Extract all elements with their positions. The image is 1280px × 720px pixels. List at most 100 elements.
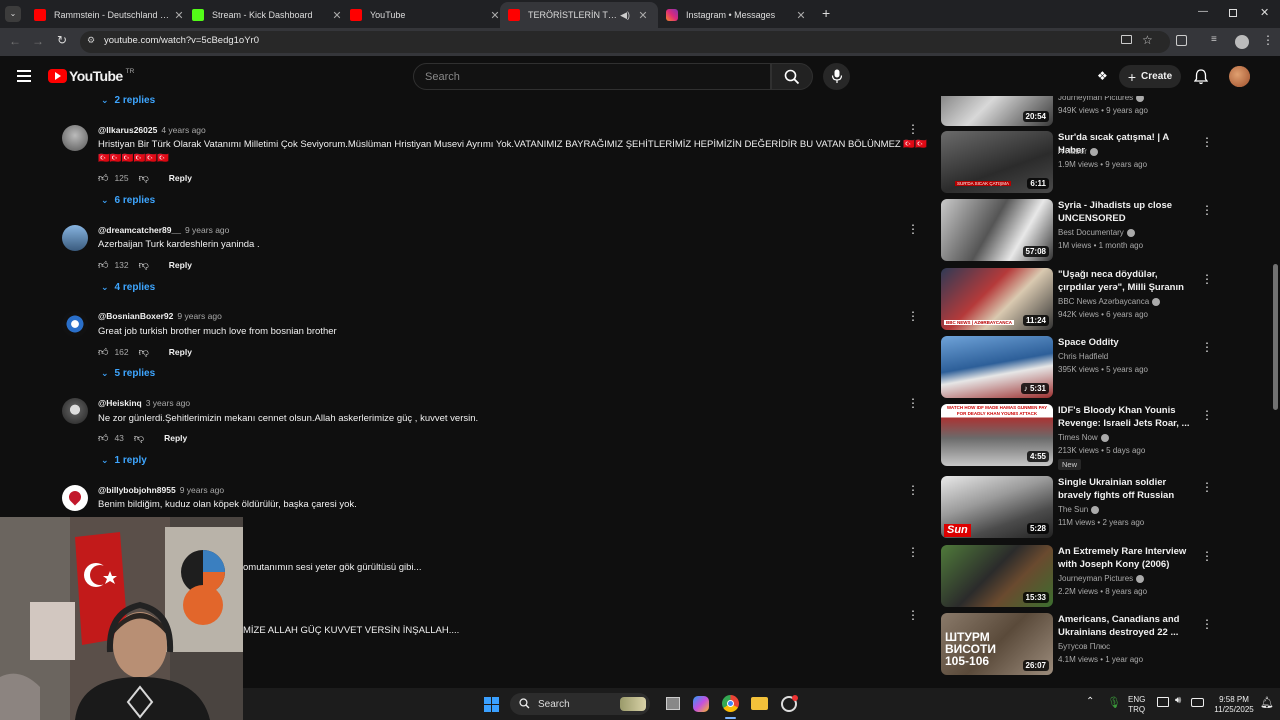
video-menu-icon[interactable]: ⋮ <box>1201 272 1213 286</box>
like-icon[interactable]: 👍︎ <box>98 346 108 358</box>
reading-list-icon[interactable]: ≡ <box>1211 34 1217 45</box>
new-tab-button[interactable]: + <box>822 5 830 21</box>
video-menu-icon[interactable]: ⋮ <box>1201 480 1213 494</box>
avatar[interactable] <box>62 311 88 337</box>
avatar[interactable] <box>62 398 88 424</box>
video-thumbnail[interactable]: Sun 5:28 <box>941 476 1053 538</box>
youtube-logo[interactable]: YouTube TR <box>48 68 134 84</box>
file-explorer-icon[interactable] <box>751 697 768 710</box>
search-input[interactable] <box>414 64 770 89</box>
comment-timestamp[interactable]: 4 years ago <box>161 125 205 135</box>
video-thumbnail[interactable]: BBC NEWS | AZƏRBAYCANCA 11:24 <box>941 268 1053 330</box>
comment-menu-icon[interactable]: ⋮ <box>907 223 919 235</box>
cast-icon[interactable] <box>1121 35 1132 44</box>
chrome-icon[interactable] <box>722 695 739 712</box>
video-channel[interactable]: Best Documentary <box>1058 228 1135 237</box>
input-language[interactable]: ENG TRQ <box>1128 695 1145 715</box>
browser-tab-kick[interactable]: Stream - Kick Dashboard ✕ <box>184 2 352 28</box>
reload-icon[interactable]: ↻ <box>57 33 67 47</box>
video-thumbnail[interactable]: 15:33 <box>941 545 1053 607</box>
browser-tab-rammstein[interactable]: Rammstein - Deutschland (Offi ✕ <box>26 2 194 28</box>
video-title[interactable]: IDF's Bloody Khan Younis Revenge: Israel… <box>1058 404 1192 430</box>
reply-button[interactable]: Reply <box>169 260 192 270</box>
video-thumbnail[interactable]: WATCH HOW IDF MADE HAMAS GUNMEN PAY FOR … <box>941 404 1053 466</box>
view-replies-toggle[interactable]: ⌄ 5 replies <box>101 368 155 379</box>
profile-avatar[interactable] <box>1235 35 1249 49</box>
reply-button[interactable]: Reply <box>164 433 187 443</box>
browser-menu-icon[interactable]: ⋮ <box>1262 33 1274 47</box>
avatar[interactable] <box>62 225 88 251</box>
microphone-tray-icon[interactable]: 🎙︎ <box>1107 696 1121 709</box>
video-channel[interactable]: The Sun <box>1058 505 1100 514</box>
comment-timestamp[interactable]: 9 years ago <box>180 485 224 495</box>
close-tab-icon[interactable]: ✕ <box>636 9 650 22</box>
account-avatar[interactable] <box>1229 66 1250 87</box>
comment-timestamp[interactable]: 3 years ago <box>146 398 190 408</box>
comment-timestamp[interactable]: 9 years ago <box>177 311 221 321</box>
notifications-bell-icon[interactable] <box>1194 69 1208 85</box>
video-menu-icon[interactable]: ⋮ <box>1201 549 1213 563</box>
video-channel[interactable]: Chris Hadfield <box>1058 352 1108 361</box>
page-scrollbar[interactable] <box>1270 96 1280 688</box>
reply-button[interactable]: Reply <box>169 347 192 357</box>
view-replies-toggle[interactable]: ⌄ 4 replies <box>101 282 155 293</box>
browser-tab-youtube[interactable]: YouTube ✕ <box>342 2 510 28</box>
like-icon[interactable]: 👍︎ <box>98 172 108 184</box>
video-menu-icon[interactable]: ⋮ <box>1201 135 1213 149</box>
hamburger-menu-icon[interactable] <box>17 70 31 82</box>
avatar[interactable] <box>62 485 88 511</box>
avatar[interactable] <box>62 125 88 151</box>
video-thumbnail[interactable]: ♪ 5:31 <box>941 336 1053 398</box>
notification-bell-icon[interactable]: 🔔︎ <box>1260 696 1274 709</box>
network-icon[interactable] <box>1157 697 1169 707</box>
video-title[interactable]: Space Oddity <box>1058 336 1192 349</box>
dislike-icon[interactable]: 👎︎ <box>139 259 149 271</box>
comment-author[interactable]: @Ilkarus26025 <box>98 125 157 135</box>
back-arrow-icon[interactable]: ← <box>9 34 21 48</box>
extension-icon[interactable]: ❖ <box>1097 69 1108 83</box>
browser-tab-instagram[interactable]: Instagram • Messages ✕ <box>658 2 816 28</box>
create-button[interactable]: + Create <box>1119 65 1181 88</box>
browser-tab-active-video[interactable]: TERÖRİSTLERİN TESLİM OL ◀) ✕ <box>500 2 658 28</box>
like-icon[interactable]: 👍︎ <box>98 432 108 444</box>
site-info-icon[interactable]: ⚙ <box>87 35 95 46</box>
like-icon[interactable]: 👍︎ <box>98 259 108 271</box>
comment-menu-icon[interactable]: ⋮ <box>907 484 919 496</box>
app-icon[interactable] <box>781 695 798 712</box>
view-replies-toggle[interactable]: ⌄ 6 replies <box>101 195 155 206</box>
video-menu-icon[interactable]: ⋮ <box>1201 408 1213 422</box>
dislike-icon[interactable]: 👎︎ <box>139 172 149 184</box>
close-window-icon[interactable]: ✕ <box>1260 6 1269 19</box>
comment-author[interactable]: @billybobjohn8955 <box>98 485 176 495</box>
comment-menu-icon[interactable]: ⋮ <box>907 397 919 409</box>
audio-playing-icon[interactable]: ◀) <box>620 10 630 21</box>
video-channel[interactable]: Journeyman Pictures <box>1058 574 1145 583</box>
recommended-video[interactable]: ♪ 5:31 Space Oddity Chris Hadfield 395K … <box>941 336 1231 400</box>
video-menu-icon[interactable]: ⋮ <box>1201 617 1213 631</box>
comment-menu-icon[interactable]: ⋮ <box>907 310 919 322</box>
bookmark-star-icon[interactable]: ☆ <box>1142 33 1153 47</box>
video-thumbnail[interactable]: SUR'DA SICAK ÇATIŞMA 6:11 <box>941 131 1053 193</box>
recommended-video[interactable]: ШТУРМ ВИСОТИ 105-106 26:07 Americans, Ca… <box>941 613 1231 677</box>
copilot-icon[interactable] <box>693 696 709 712</box>
comment-author[interactable]: @dreamcatcher89__ <box>98 225 181 235</box>
tab-search-dropdown-button[interactable]: ⌄ <box>5 6 21 22</box>
comment-menu-icon[interactable]: ⋮ <box>907 123 919 135</box>
chevron-up-icon[interactable]: ⌃ <box>1086 696 1094 707</box>
view-replies-toggle[interactable]: ⌄ 1 reply <box>101 455 147 466</box>
dislike-icon[interactable]: 👎︎ <box>134 432 144 444</box>
taskbar-search[interactable]: Search <box>510 693 650 715</box>
recommended-video[interactable]: SUR'DA SICAK ÇATIŞMA 6:11 Sur'da sıcak ç… <box>941 131 1231 195</box>
task-view-icon[interactable] <box>666 697 680 710</box>
video-channel[interactable]: Times Now <box>1058 433 1109 442</box>
recommended-video[interactable]: BBC NEWS | AZƏRBAYCANCA 11:24 "Uşağı nec… <box>941 268 1231 332</box>
search-field[interactable] <box>413 63 771 90</box>
scrollbar-thumb[interactable] <box>1273 264 1278 410</box>
windows-start-icon[interactable] <box>484 697 499 712</box>
video-thumbnail[interactable]: ШТУРМ ВИСОТИ 105-106 26:07 <box>941 613 1053 675</box>
comment-author[interactable]: @Heiskinq <box>98 398 142 408</box>
close-tab-icon[interactable]: ✕ <box>794 9 808 22</box>
video-channel[interactable]: BBC News Azərbaycanca <box>1058 297 1161 306</box>
search-button[interactable] <box>771 63 813 90</box>
video-menu-icon[interactable]: ⋮ <box>1201 203 1213 217</box>
